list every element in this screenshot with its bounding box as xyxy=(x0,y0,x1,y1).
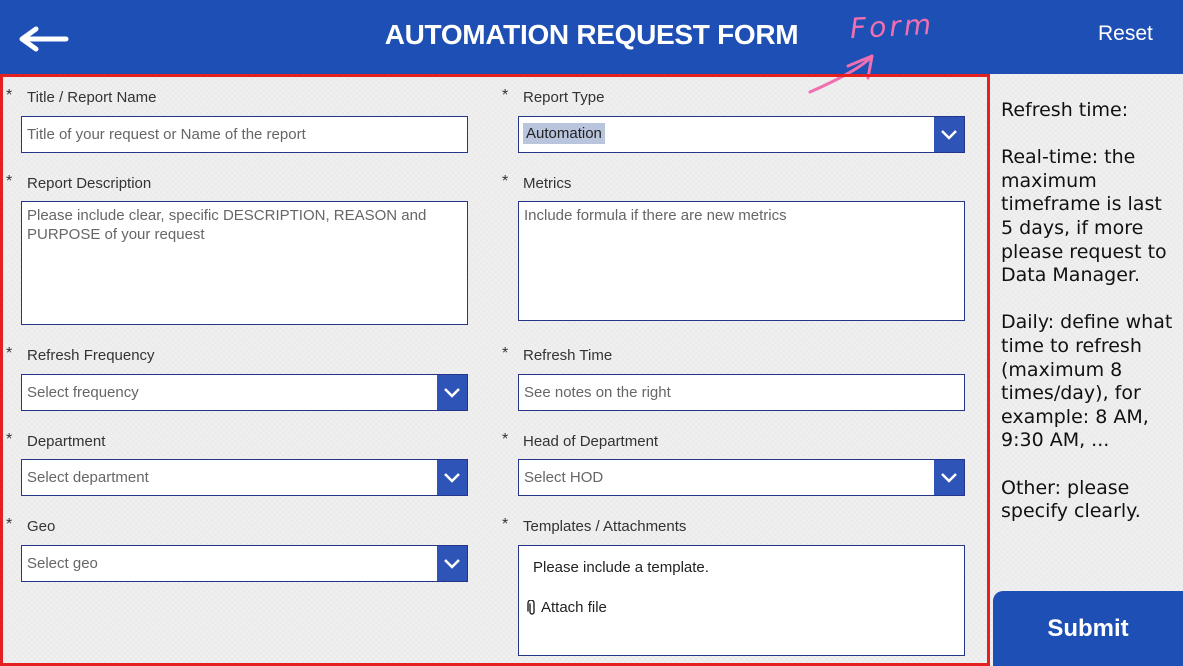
submit-button[interactable]: Submit xyxy=(993,591,1183,666)
form-annotation-text: Form xyxy=(849,7,935,46)
attachments-box: Please include a template. Attach file xyxy=(518,545,965,656)
chevron-down-icon xyxy=(444,558,460,569)
refresh-frequency-label: * Refresh Frequency xyxy=(6,345,155,364)
metrics-placeholder: Include formula if there are new metrics xyxy=(524,207,787,224)
department-placeholder: Select department xyxy=(27,469,149,486)
required-marker: * xyxy=(6,345,13,362)
report-type-label: * Report Type xyxy=(502,87,605,106)
refresh-time-notes: Refresh time: Real-time: the maximum tim… xyxy=(1001,99,1173,547)
geo-placeholder: Select geo xyxy=(27,555,98,572)
page-title: AUTOMATION REQUEST FORM xyxy=(384,19,799,50)
geo-dropdown-button[interactable] xyxy=(437,546,467,581)
notes-realtime: Real-time: the maximum timeframe is last… xyxy=(1001,146,1167,287)
department-label: * Department xyxy=(6,431,106,450)
notes-daily: Daily: define what time to refresh (maxi… xyxy=(1001,311,1173,452)
hod-dropdown[interactable]: Select HOD xyxy=(518,459,965,496)
title-input-placeholder: Title of your request or Name of the rep… xyxy=(27,126,306,143)
back-button[interactable] xyxy=(14,22,72,56)
report-type-dropdown[interactable]: Automation xyxy=(518,116,965,153)
hod-placeholder: Select HOD xyxy=(524,469,604,486)
app-header: AUTOMATION REQUEST FORM Reset xyxy=(0,0,1183,74)
chevron-down-icon xyxy=(941,472,957,483)
department-dropdown[interactable]: Select department xyxy=(21,459,468,496)
chevron-down-icon xyxy=(444,387,460,398)
required-marker: * xyxy=(6,431,13,448)
attachments-note: Please include a template. xyxy=(533,559,709,576)
required-marker: * xyxy=(502,345,509,362)
metrics-label: * Metrics xyxy=(502,173,572,192)
report-type-value: Automation xyxy=(523,123,605,144)
title-input[interactable]: Title of your request or Name of the rep… xyxy=(21,116,468,153)
geo-label: * Geo xyxy=(6,516,56,535)
report-type-dropdown-button[interactable] xyxy=(934,117,964,152)
hod-label: * Head of Department xyxy=(502,431,659,450)
required-marker: * xyxy=(6,173,13,190)
geo-dropdown[interactable]: Select geo xyxy=(21,545,468,582)
required-marker: * xyxy=(502,516,509,533)
refresh-time-placeholder: See notes on the right xyxy=(524,384,671,401)
form-container: * Title / Report Name Title of your requ… xyxy=(0,74,990,666)
chevron-down-icon xyxy=(941,129,957,140)
refresh-frequency-dropdown[interactable]: Select frequency xyxy=(21,374,468,411)
attach-file-button[interactable]: Attach file xyxy=(527,599,607,616)
chevron-down-icon xyxy=(444,472,460,483)
metrics-textarea[interactable]: Include formula if there are new metrics xyxy=(518,201,965,321)
refresh-time-label: * Refresh Time xyxy=(502,345,613,364)
notes-other: Other: please specify clearly. xyxy=(1001,476,1141,523)
attach-file-label: Attach file xyxy=(541,599,607,616)
refresh-frequency-placeholder: Select frequency xyxy=(27,384,139,401)
hod-dropdown-button[interactable] xyxy=(934,460,964,495)
department-dropdown-button[interactable] xyxy=(437,460,467,495)
attachments-label: * Templates / Attachments xyxy=(502,516,687,535)
reset-button[interactable]: Reset xyxy=(1098,22,1153,46)
required-marker: * xyxy=(502,87,509,104)
required-marker: * xyxy=(6,87,13,104)
notes-heading: Refresh time: xyxy=(1001,99,1129,121)
description-label: * Report Description xyxy=(6,173,152,192)
description-placeholder: Please include clear, specific DESCRIPTI… xyxy=(27,207,427,243)
paperclip-icon xyxy=(527,599,535,615)
required-marker: * xyxy=(502,173,509,190)
arrow-left-icon xyxy=(19,26,69,52)
description-textarea[interactable]: Please include clear, specific DESCRIPTI… xyxy=(21,201,468,325)
required-marker: * xyxy=(502,431,509,448)
title-label: * Title / Report Name xyxy=(6,87,157,106)
required-marker: * xyxy=(6,516,13,533)
refresh-frequency-dropdown-button[interactable] xyxy=(437,375,467,410)
refresh-time-input[interactable]: See notes on the right xyxy=(518,374,965,411)
